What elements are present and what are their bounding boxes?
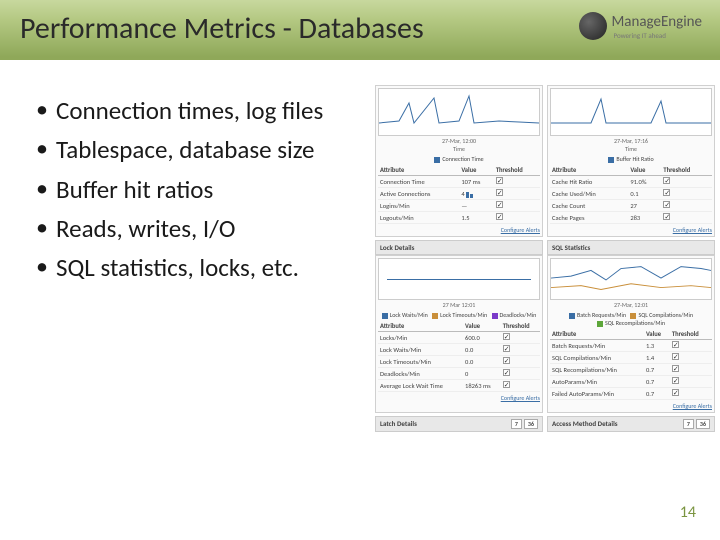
checkbox-icon <box>672 365 679 372</box>
table-row: Cache Pages283 <box>550 212 712 224</box>
bullet-item: Buffer hit ratios <box>30 174 370 205</box>
checkbox-icon <box>672 377 679 384</box>
table-row: SQL Compilations/Min1.4 <box>550 352 712 364</box>
configure-alerts-link[interactable]: Configure Alerts <box>550 402 712 410</box>
chart-locks <box>378 258 540 300</box>
checkbox-icon <box>496 213 503 220</box>
chart-sql <box>550 258 712 300</box>
section-latch-details: Latch Details 736 <box>375 416 543 432</box>
table-row: Active Connections4 <box>378 188 540 200</box>
brand-name: ManageEngine <box>611 13 702 31</box>
bullet-item: SQL statistics, locks, etc. <box>30 252 370 283</box>
section-access-method: Access Method Details 736 <box>547 416 715 432</box>
legend-swatch-icon <box>382 313 388 319</box>
x-tick: 27-Mar, 17:16 <box>614 137 648 145</box>
table-row: Cache Hit Ratio91.0% <box>550 176 712 188</box>
bullet-list: Connection times, log files Tablespace, … <box>30 95 370 291</box>
table-row: Batch Requests/Min1.3 <box>550 340 712 352</box>
table-row: Locks/Min600.0 <box>378 332 540 344</box>
checkbox-icon <box>672 353 679 360</box>
logo-icon <box>579 12 607 40</box>
legend-swatch-icon <box>608 157 614 163</box>
bullet-item: Tablespace, database size <box>30 134 370 165</box>
col-val: Value <box>459 165 494 176</box>
table-row: Logouts/Min1.5 <box>378 212 540 224</box>
panel-sql-stats: 27-Mar, 12:01 Batch Requests/Min SQL Com… <box>547 255 715 413</box>
x-tick: 27 Mar 12:01 <box>378 301 540 309</box>
section-lock-details: Lock Details <box>375 240 543 255</box>
legend-label: Connection Time <box>442 155 483 163</box>
checkbox-icon <box>663 201 670 208</box>
table-row: Average Lock Wait Time18263 ms <box>378 380 540 392</box>
brand-logo: ManageEngine Powering IT ahead <box>579 12 702 40</box>
bullet-item: Reads, writes, I/O <box>30 213 370 244</box>
metrics-table: AttributeValueThreshold Locks/Min600.0 L… <box>378 321 540 392</box>
table-row: Deadlocks/Min0 <box>378 368 540 380</box>
col-val: Value <box>628 165 661 176</box>
section-sql-stats: SQL Statistics <box>547 240 715 255</box>
checkbox-icon <box>672 341 679 348</box>
col-thr: Threshold <box>661 165 712 176</box>
checkbox-icon <box>503 333 510 340</box>
checkbox-icon <box>496 189 503 196</box>
table-row: Cache Count27 <box>550 200 712 212</box>
legend-swatch-icon <box>432 313 438 319</box>
x-label: Time <box>453 145 465 153</box>
checkbox-icon <box>663 189 670 196</box>
configure-alerts-link[interactable]: Configure Alerts <box>378 394 540 402</box>
legend-label: Buffer Hit Ratio <box>616 155 653 163</box>
page-number: 14 <box>680 503 696 522</box>
metrics-table: AttributeValueThreshold Cache Hit Ratio9… <box>550 165 712 224</box>
checkbox-icon <box>672 389 679 396</box>
slide-header: Performance Metrics - Databases ManageEn… <box>0 0 720 60</box>
configure-alerts-link[interactable]: Configure Alerts <box>550 226 712 234</box>
table-row: Lock Waits/Min0.0 <box>378 344 540 356</box>
checkbox-icon <box>503 369 510 376</box>
x-tick: 27-Mar, 12:00 <box>442 137 476 145</box>
table-row: Connection Time107 ms <box>378 176 540 188</box>
slide-title: Performance Metrics - Databases <box>20 10 424 47</box>
x-tick: 27-Mar, 12:01 <box>550 301 712 309</box>
brand-tagline: Powering IT ahead <box>613 31 702 40</box>
col-attr: Attribute <box>550 165 628 176</box>
bullet-item: Connection times, log files <box>30 95 370 126</box>
x-label: Time <box>625 145 637 153</box>
table-row: Cache Used/Min0.1 <box>550 188 712 200</box>
table-row: SQL Recompilations/Min0.7 <box>550 364 712 376</box>
legend-swatch-icon <box>569 313 575 319</box>
embedded-screenshot: 27-Mar, 12:00Time Connection Time Attrib… <box>375 85 715 450</box>
pager[interactable]: 736 <box>683 419 710 429</box>
checkbox-icon <box>663 213 670 220</box>
panel-buffer-hit: 27-Mar, 17:16Time Buffer Hit Ratio Attri… <box>547 85 715 237</box>
legend-swatch-icon <box>597 321 603 327</box>
metrics-table: AttributeValueThreshold Connection Time1… <box>378 165 540 224</box>
checkbox-icon <box>503 345 510 352</box>
panel-connection-time: 27-Mar, 12:00Time Connection Time Attrib… <box>375 85 543 237</box>
col-attr: Attribute <box>378 165 459 176</box>
table-row: AutoParams/Min0.7 <box>550 376 712 388</box>
table-row: Logins/Min— <box>378 200 540 212</box>
checkbox-icon <box>503 357 510 364</box>
legend-swatch-icon <box>630 313 636 319</box>
checkbox-icon <box>496 201 503 208</box>
col-thr: Threshold <box>494 165 540 176</box>
pager[interactable]: 736 <box>511 419 538 429</box>
metrics-table: AttributeValueThreshold Batch Requests/M… <box>550 329 712 400</box>
checkbox-icon <box>496 177 503 184</box>
chart-buffer-hit <box>550 88 712 136</box>
checkbox-icon <box>663 177 670 184</box>
table-row: Lock Timeouts/Min0.0 <box>378 356 540 368</box>
legend-swatch-icon <box>434 157 440 163</box>
checkbox-icon <box>503 381 510 388</box>
configure-alerts-link[interactable]: Configure Alerts <box>378 226 540 234</box>
legend-swatch-icon <box>492 313 498 319</box>
panel-lock-details: 27 Mar 12:01 Lock Waits/Min Lock Timeout… <box>375 255 543 413</box>
table-row: Failed AutoParams/Min0.7 <box>550 388 712 400</box>
chart-connection-time <box>378 88 540 136</box>
